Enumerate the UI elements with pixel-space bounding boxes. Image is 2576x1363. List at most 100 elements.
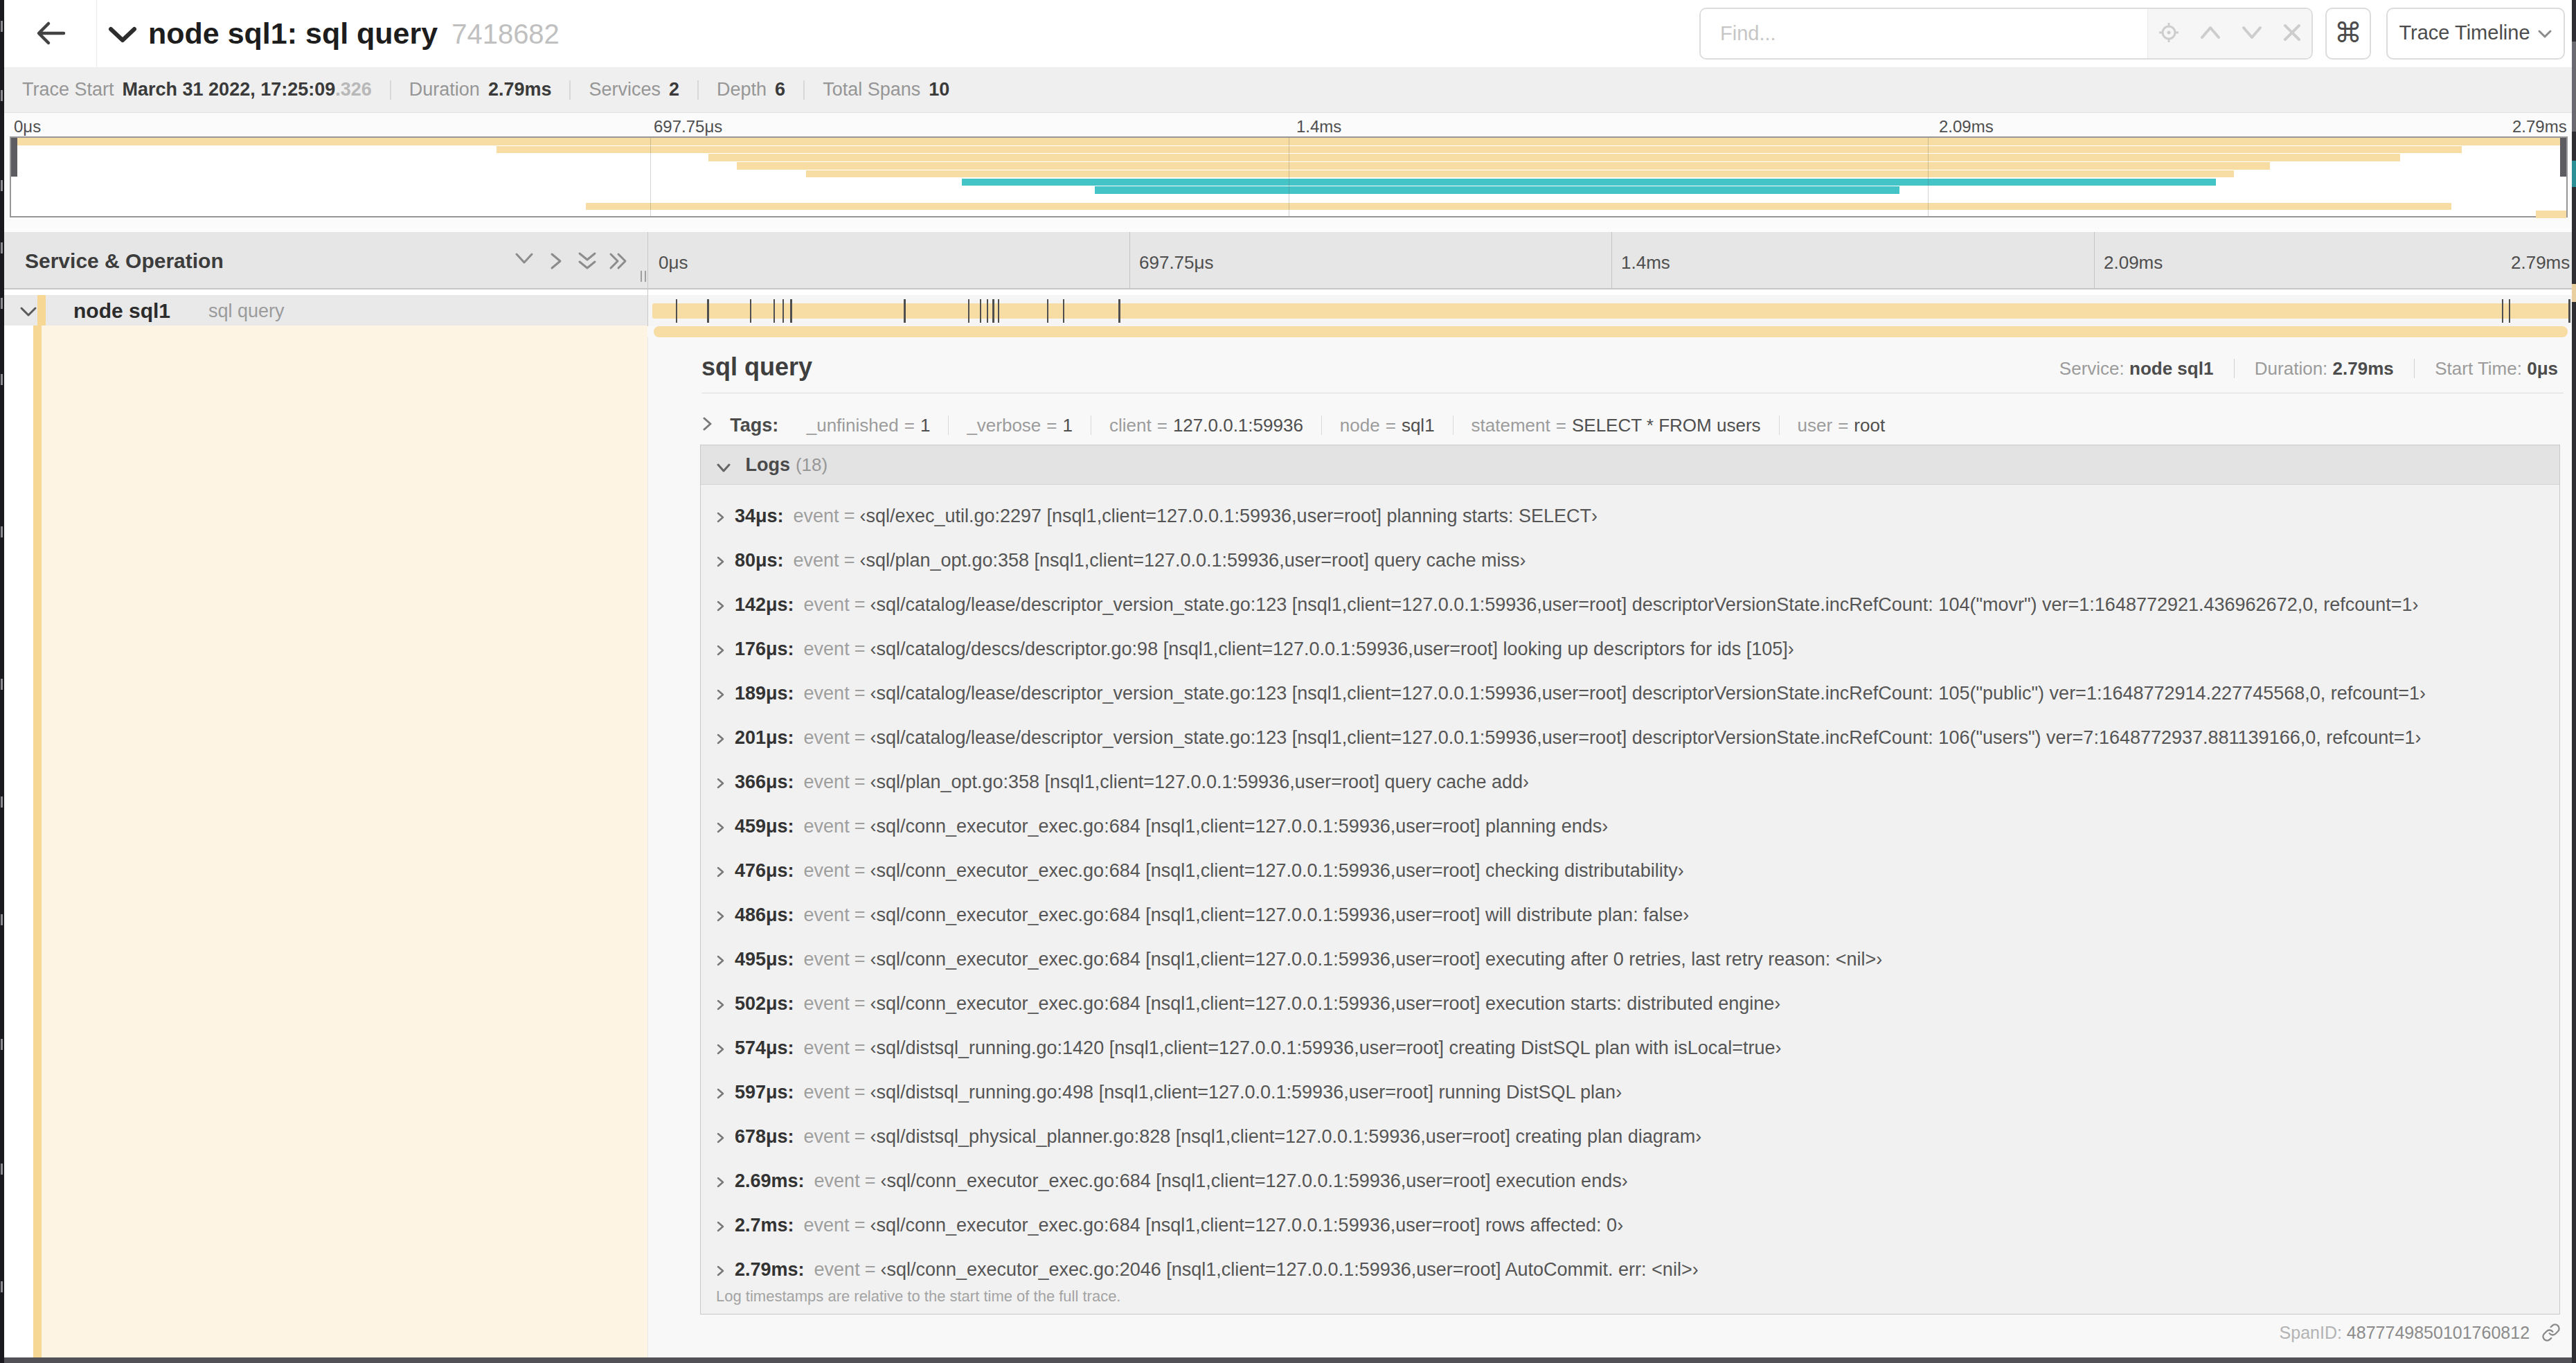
log-entry[interactable]: 34μs:event=‹sql/exec_util.go:2297 [nsql1… xyxy=(701,494,2559,538)
start-time-label: Start Time: xyxy=(2435,358,2522,379)
collapse-trace-chevron-icon[interactable] xyxy=(108,25,137,47)
chevron-right-icon xyxy=(716,1087,725,1100)
timeline-header: Service & Operation 0μs 697.75μs 1.4ms 2… xyxy=(4,232,2572,289)
log-event-tick xyxy=(2509,299,2511,323)
next-result-icon[interactable] xyxy=(2241,25,2263,43)
chevron-right-icon xyxy=(716,555,725,568)
expand-one-level-icon[interactable] xyxy=(513,251,535,269)
minimap-span-bar xyxy=(737,162,2270,170)
log-event-tick xyxy=(2502,299,2504,323)
detail-row-accent-bar xyxy=(654,326,2568,337)
log-entry[interactable]: 678μs:event=‹sql/distsql_physical_planne… xyxy=(701,1114,2559,1159)
service-color-stripe xyxy=(37,295,46,326)
chevron-right-icon xyxy=(716,511,725,524)
right-window-edge xyxy=(2572,0,2576,1363)
span-id-value: 4877749850101760812 xyxy=(2347,1323,2530,1342)
find-input[interactable] xyxy=(1701,9,2147,58)
log-entry[interactable]: 201μs:event=‹sql/catalog/lease/descripto… xyxy=(701,715,2559,760)
log-event-tick xyxy=(790,299,792,323)
log-event-tick xyxy=(904,299,906,323)
log-event-tick xyxy=(987,299,989,323)
log-entry[interactable]: 2.7ms:event=‹sql/conn_executor_exec.go:6… xyxy=(701,1203,2559,1247)
prev-result-icon[interactable] xyxy=(2199,25,2221,43)
collapse-all-icon[interactable] xyxy=(608,251,629,274)
tag-user: user=root xyxy=(1798,415,1886,436)
timeline-tick-3: 2.09ms xyxy=(2104,232,2163,289)
minimap-span-bar xyxy=(806,170,2235,178)
tag-separator xyxy=(1453,416,1454,435)
trace-page-header: node sql1: sql query7418682 ⌘ Trace Time… xyxy=(4,0,2572,67)
log-entry[interactable]: 476μs:event=‹sql/conn_executor_exec.go:6… xyxy=(701,848,2559,893)
log-event-tick xyxy=(1047,299,1049,323)
back-button[interactable] xyxy=(4,0,97,67)
minimap-span-bar xyxy=(2536,211,2566,218)
tag-separator xyxy=(948,416,949,435)
chevron-right-icon xyxy=(716,821,725,834)
locate-icon[interactable] xyxy=(2158,21,2180,46)
log-event-tick xyxy=(2568,299,2570,323)
log-event-tick xyxy=(707,299,709,323)
column-divider[interactable] xyxy=(647,232,648,326)
row-gap xyxy=(4,289,2572,295)
collapse-one-level-icon[interactable] xyxy=(548,251,564,274)
minimap-tick-0: 0μs xyxy=(14,117,41,136)
log-event-tick xyxy=(980,299,982,323)
logs-header[interactable]: Logs (18) xyxy=(701,445,2559,485)
log-entry[interactable]: 142μs:event=‹sql/catalog/lease/descripto… xyxy=(701,582,2559,627)
log-entry[interactable]: 574μs:event=‹sql/distsql_running.go:1420… xyxy=(701,1026,2559,1070)
service-name[interactable]: node sql1 xyxy=(73,295,170,326)
chevron-right-icon xyxy=(716,733,725,745)
minimap-span-bar xyxy=(962,179,2217,186)
log-entry[interactable]: 597μs:event=‹sql/distsql_running.go:498 … xyxy=(701,1070,2559,1114)
span-row[interactable]: node sql1 sql query xyxy=(4,295,2572,326)
minimap-tick-2: 1.4ms xyxy=(1296,117,1341,136)
log-entry[interactable]: 366μs:event=‹sql/plan_opt.go:358 [nsql1,… xyxy=(701,760,2559,804)
command-icon: ⌘ xyxy=(2334,17,2362,48)
minimap-right-handle[interactable] xyxy=(2560,138,2566,177)
deep-link-icon[interactable] xyxy=(2534,1323,2561,1342)
log-entry[interactable]: 459μs:event=‹sql/conn_executor_exec.go:6… xyxy=(701,804,2559,848)
trace-timeline-dropdown[interactable]: Trace Timeline xyxy=(2386,8,2565,60)
chevron-right-icon xyxy=(716,999,725,1011)
minimap-plot[interactable] xyxy=(10,136,2568,217)
timeline-tick-2: 1.4ms xyxy=(1621,232,1670,289)
log-entry[interactable]: 80μs:event=‹sql/plan_opt.go:358 [nsql1,c… xyxy=(701,538,2559,582)
logs-accordion: Logs (18) 34μs:event=‹sql/exec_util.go:22… xyxy=(700,445,2560,1315)
column-resize-grip[interactable] xyxy=(638,269,648,286)
log-entry[interactable]: 176μs:event=‹sql/catalog/descs/descripto… xyxy=(701,627,2559,671)
timeline-tick-4: 2.79ms xyxy=(2511,232,2570,289)
log-event-tick xyxy=(676,299,678,323)
log-entry[interactable]: 502μs:event=‹sql/conn_executor_exec.go:6… xyxy=(701,981,2559,1026)
log-entry[interactable]: 2.69ms:event=‹sql/conn_executor_exec.go:… xyxy=(701,1159,2559,1203)
tag-statement: statement=SELECT * FROM users xyxy=(1472,415,1761,436)
left-window-edge xyxy=(0,0,4,1363)
span-bar-lane[interactable] xyxy=(647,295,2572,326)
tags-accordion[interactable]: Tags: _unfinished=1_verbose=1client=127.… xyxy=(701,407,1885,445)
clear-search-icon[interactable] xyxy=(2282,23,2302,45)
span-detail-meta: Service: node sql1 Duration: 2.79ms Star… xyxy=(2059,358,2558,380)
tag-separator xyxy=(1321,416,1322,435)
trace-title: node sql1: sql query7418682 xyxy=(148,0,560,67)
collapse-span-chevron-icon[interactable] xyxy=(19,306,37,320)
timeline-tick-1: 697.75μs xyxy=(1139,232,1214,289)
chevron-right-icon xyxy=(716,910,725,923)
tag-_unfinished: _unfinished=1 xyxy=(807,415,931,436)
keyboard-shortcuts-button[interactable]: ⌘ xyxy=(2325,8,2371,60)
log-entry[interactable]: 486μs:event=‹sql/conn_executor_exec.go:6… xyxy=(701,893,2559,937)
log-event-tick xyxy=(992,299,994,323)
trace-stats-bar: Trace Start March 31 2022, 17:25:09.326 … xyxy=(4,67,2572,113)
tag-client: client=127.0.0.1:59936 xyxy=(1109,415,1303,436)
span-duration-bar[interactable] xyxy=(652,303,2570,319)
minimap-span-bar xyxy=(497,146,2462,154)
log-entry[interactable]: 189μs:event=‹sql/catalog/lease/descripto… xyxy=(701,671,2559,715)
span-name-column: node sql1 sql query xyxy=(4,295,647,326)
back-arrow-icon xyxy=(35,21,66,46)
logs-count: (18) xyxy=(796,454,828,475)
log-entry[interactable]: 2.79ms:event=‹sql/conn_executor_exec.go:… xyxy=(701,1247,2559,1292)
expand-all-icon[interactable] xyxy=(576,251,598,275)
operation-name[interactable]: sql query xyxy=(208,295,285,326)
log-entry[interactable]: 495μs:event=‹sql/conn_executor_exec.go:6… xyxy=(701,937,2559,981)
minimap-left-handle[interactable] xyxy=(11,138,17,177)
trace-start-label: Trace Start xyxy=(22,79,114,100)
logs-label: Logs xyxy=(745,454,790,475)
